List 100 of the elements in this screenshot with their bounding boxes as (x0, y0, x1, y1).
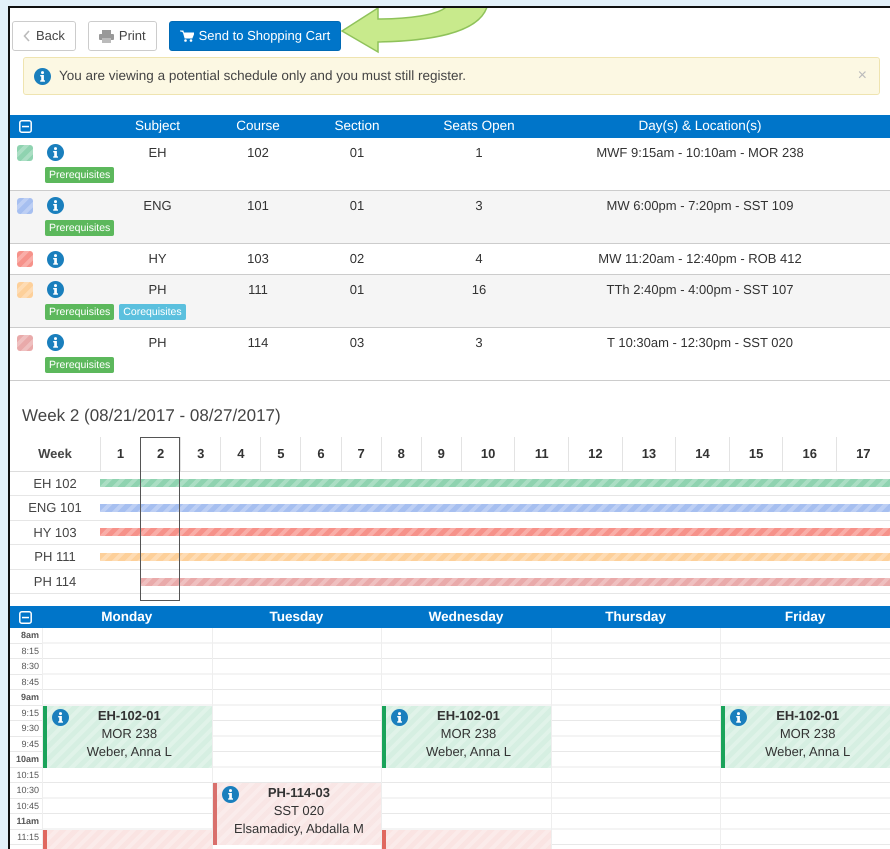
time-label: 9:30 (10, 721, 42, 737)
info-icon[interactable] (47, 144, 64, 161)
table-cell-text: 1 (474, 144, 484, 162)
table-cell-text: 114 (246, 334, 270, 352)
table-cell-text: 102 (246, 144, 270, 162)
info-icon[interactable] (47, 197, 64, 214)
course-code: EH-102-01 (96, 706, 162, 725)
back-button[interactable]: Back (12, 21, 76, 51)
info-icon[interactable] (47, 281, 64, 298)
table-cell-text: 4 (474, 250, 484, 268)
collapse-icon[interactable] (19, 610, 32, 624)
day-header: Friday (784, 608, 826, 626)
table-cell-text: 3 (474, 196, 484, 215)
time-label: 9am (10, 690, 42, 706)
info-icon[interactable] (47, 334, 64, 351)
week-header[interactable]: 14 (675, 436, 729, 470)
column-header: Course (235, 117, 281, 136)
room-label: MOR 238 (778, 724, 836, 743)
week-header[interactable]: 11 (514, 436, 568, 470)
time-label: 10:15 (10, 768, 42, 784)
week-header[interactable]: 13 (622, 436, 676, 470)
column-header: Subject (134, 117, 182, 136)
table-cell-text: ENG (142, 196, 173, 215)
class-event[interactable]: EH-102-01 MOR 238 Weber, Anna L (721, 706, 890, 768)
time-label: 10am (10, 752, 42, 768)
info-icon[interactable] (47, 250, 64, 268)
room-label: SST 020 (272, 802, 326, 820)
time-label: 10:30 (10, 783, 42, 799)
table-cell-text: T 10:30am - 12:30pm - SST 020 (606, 334, 794, 352)
day-header: Tuesday (268, 608, 324, 626)
column-header: Section (333, 117, 381, 136)
table-cell-text: 01 (348, 196, 366, 215)
class-event[interactable]: EH-102-01 MOR 238 Weber, Anna L (43, 706, 212, 768)
info-icon[interactable] (222, 786, 239, 804)
week-header[interactable]: 15 (728, 436, 782, 470)
week-header[interactable]: 5 (260, 436, 300, 470)
course-code: EH-102-01 (436, 706, 501, 725)
teacher-name: Weber, Anna L (764, 742, 852, 761)
table-cell-text: 01 (348, 144, 366, 162)
table-cell-text: MWF 9:15am - 10:10am - MOR 238 (595, 144, 805, 162)
table-cell-text: 111 (247, 280, 269, 299)
week-header[interactable]: 12 (568, 436, 622, 470)
time-label: 11am (10, 814, 42, 830)
row-label: PH 114 (32, 572, 78, 591)
day-header: Wednesday (428, 608, 504, 626)
collapse-icon[interactable] (18, 120, 32, 133)
column-header: Seats Open (442, 117, 516, 136)
table-cell-text: 02 (348, 250, 366, 268)
week-header[interactable]: 8 (380, 436, 421, 470)
column-header: Week (37, 444, 73, 463)
time-label: 9:15 (10, 706, 42, 722)
info-icon[interactable] (391, 708, 408, 726)
week-header[interactable]: 1 (100, 436, 140, 470)
print-button[interactable]: Print (88, 21, 157, 51)
table-cell-text: 16 (470, 280, 488, 299)
column-header: Day(s) & Location(s) (637, 117, 763, 136)
row-label: HY 103 (32, 524, 78, 542)
time-label: 8:30 (10, 659, 42, 675)
week-header[interactable]: 6 (300, 436, 341, 470)
time-label: 10:45 (10, 798, 42, 814)
class-event[interactable]: EH-102-01 MOR 238 Weber, Anna L (382, 706, 551, 768)
week-title: Week 2 (08/21/2017 - 08/27/2017) (22, 405, 282, 427)
info-icon[interactable] (730, 708, 748, 726)
info-icon[interactable] (52, 708, 69, 726)
chevron-left-icon (23, 30, 31, 42)
time-label: 9:45 (10, 736, 42, 752)
teacher-name: Elsamadicy, Abdalla M (232, 820, 365, 838)
time-label: 8:45 (10, 674, 42, 690)
week-header[interactable]: 16 (782, 436, 836, 470)
time-label: 8:15 (10, 644, 42, 660)
week-header[interactable]: 2 (140, 436, 180, 470)
printer-icon (98, 30, 114, 42)
week-header[interactable]: 10 (460, 436, 514, 470)
table-cell-text: 101 (246, 196, 270, 215)
week-header[interactable]: 7 (340, 436, 381, 470)
course-code: PH-114-03 (266, 784, 331, 802)
day-header: Monday (100, 608, 154, 626)
week-header[interactable]: 4 (220, 436, 260, 470)
table-cell-text: TTh 2:40pm - 4:00pm - SST 107 (606, 280, 794, 299)
table-cell-text: MW 11:20am - 12:40pm - ROB 412 (597, 250, 803, 268)
table-cell-text: MW 6:00pm - 7:20pm - SST 109 (606, 196, 794, 215)
row-label: EH 102 (32, 474, 78, 493)
week-header[interactable]: 9 (420, 436, 461, 470)
class-event[interactable]: PH-114-03 SST 020 Elsamadicy, Abdalla M (212, 783, 382, 846)
send-to-cart-button[interactable]: Send to Shopping Cart (168, 21, 342, 51)
course-code: EH-102-01 (775, 706, 840, 725)
table-cell-text: 103 (246, 250, 270, 268)
week-header[interactable]: 17 (836, 436, 890, 470)
row-label: PH 111 (33, 548, 77, 566)
cart-icon (180, 30, 194, 42)
row-label: ENG 101 (27, 499, 83, 518)
table-cell-text: EH (147, 144, 168, 162)
teacher-name: Weber, Anna L (86, 742, 173, 761)
info-icon[interactable] (34, 68, 51, 84)
room-label: MOR 238 (100, 724, 158, 743)
teacher-name: Weber, Anna L (424, 742, 512, 761)
week-header[interactable]: 3 (180, 436, 220, 470)
table-cell-text: 03 (348, 334, 366, 352)
time-label: 8am (10, 628, 42, 644)
table-cell-text: HY (147, 250, 168, 268)
